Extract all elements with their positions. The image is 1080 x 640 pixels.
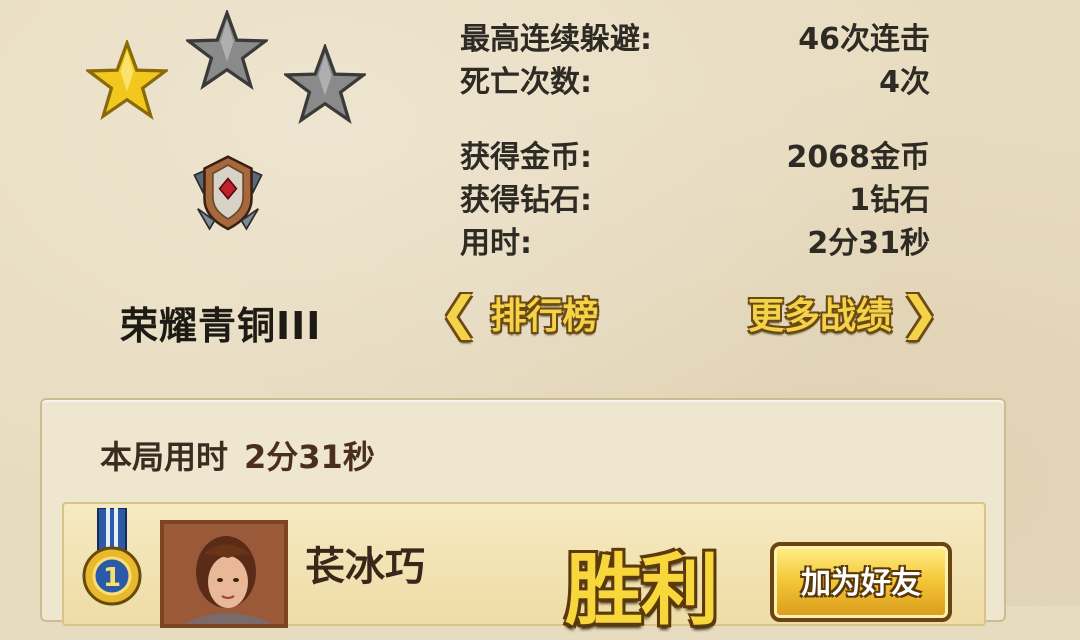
stat-value: 2068金币 xyxy=(786,140,931,175)
rank-name: 荣耀青铜III xyxy=(120,304,322,348)
match-time-label: 本局用时 xyxy=(100,438,229,476)
stat-value: 1钻石 xyxy=(849,183,930,218)
first-place-medal-icon: 1 xyxy=(82,508,142,606)
stat-label: 最高连续躲避: xyxy=(460,22,652,57)
stat-coins: 获得金币: 2068金币 xyxy=(460,136,930,179)
avatar[interactable] xyxy=(160,520,288,628)
placement-number: 1 xyxy=(103,563,121,593)
stat-deaths: 死亡次数: 4次 xyxy=(460,61,930,104)
victory-label: 胜利 xyxy=(565,546,719,636)
more-records-label: 更多战绩 xyxy=(748,296,893,337)
leaderboard-button[interactable]: ❮ 排行榜 xyxy=(440,286,599,340)
stat-diamonds: 获得钻石: 1钻石 xyxy=(460,179,930,222)
bronze-rank-emblem-icon xyxy=(193,155,263,231)
add-friend-label: 加为好友 xyxy=(801,566,921,601)
match-time: 本局用时 2分31秒 xyxy=(100,432,375,478)
player-name: 苌冰巧 xyxy=(305,544,425,590)
chevron-right-icon: ❯ xyxy=(900,286,939,340)
chevron-left-icon: ❮ xyxy=(440,286,479,340)
stat-max-dodge-combo: 最高连续躲避: 46次连击 xyxy=(460,18,930,61)
stat-label: 用时: xyxy=(460,226,532,261)
star-empty-icon xyxy=(284,44,366,124)
star-empty-icon xyxy=(186,10,268,90)
stat-value: 2分31秒 xyxy=(807,226,930,261)
leaderboard-label: 排行榜 xyxy=(490,296,599,337)
stat-value: 4次 xyxy=(879,65,930,100)
add-friend-button[interactable]: 加为好友 xyxy=(770,542,952,622)
stat-time: 用时: 2分31秒 xyxy=(460,222,930,265)
stat-label: 获得钻石: xyxy=(460,183,592,218)
stats-panel: 最高连续躲避: 46次连击 死亡次数: 4次 获得金币: 2068金币 获得钻石… xyxy=(460,18,930,265)
stat-label: 获得金币: xyxy=(460,140,592,175)
stat-label: 死亡次数: xyxy=(460,65,592,100)
stat-value: 46次连击 xyxy=(798,22,930,57)
match-time-value: 2分31秒 xyxy=(244,438,375,476)
star-gold-icon xyxy=(86,40,168,120)
more-records-button[interactable]: 更多战绩 ❯ xyxy=(748,286,939,340)
